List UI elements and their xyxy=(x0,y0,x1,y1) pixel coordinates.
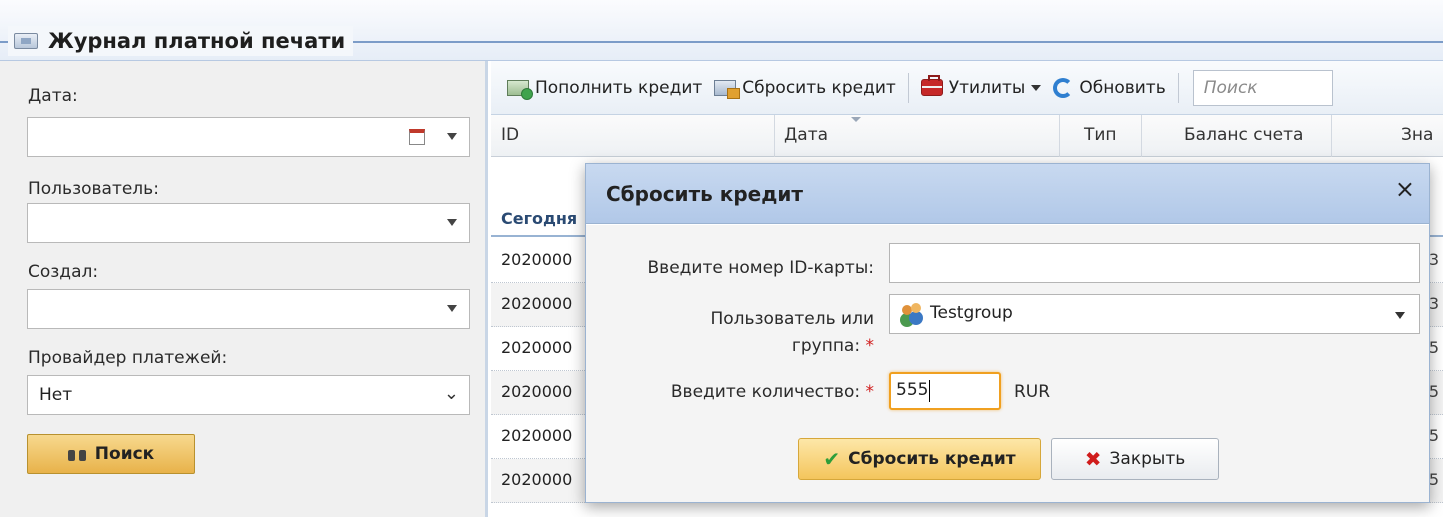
binoculars-icon xyxy=(67,446,86,462)
x-icon: ✖ xyxy=(1084,447,1102,471)
row-id: 2020000 xyxy=(501,470,573,489)
add-credit-label: Пополнить кредит xyxy=(535,77,703,98)
row-value: 5 xyxy=(1428,338,1439,357)
window-title-group: Журнал платной печати xyxy=(8,26,354,56)
reset-credit-dialog: Сбросить кредит × Введите номер ID-карты… xyxy=(585,163,1430,503)
toolbar-separator xyxy=(907,72,909,103)
refresh-label: Обновить xyxy=(1079,77,1166,98)
user-label: Пользователь: xyxy=(28,179,159,199)
row-value: 3 xyxy=(1428,250,1439,269)
card-icon xyxy=(14,33,38,49)
row-value: 5 xyxy=(1428,470,1439,489)
search-button[interactable]: Поиск xyxy=(27,434,195,474)
money-add-icon xyxy=(507,79,533,100)
dialog-title: Сбросить кредит xyxy=(606,182,803,206)
required-mark: * xyxy=(865,382,875,402)
chevron-down-icon[interactable] xyxy=(447,133,457,140)
utilities-label: Утилиты xyxy=(948,77,1026,98)
amount-value: 555 xyxy=(896,380,929,400)
column-header-type[interactable]: Тип xyxy=(1084,125,1117,145)
chevron-down-icon[interactable] xyxy=(447,305,457,312)
close-button-label: Закрыть xyxy=(1109,449,1186,469)
column-header-value[interactable]: Зна xyxy=(1401,125,1433,145)
provider-select[interactable]: Нет ⌄ xyxy=(27,375,470,415)
grid-search-input[interactable]: Поиск xyxy=(1192,69,1333,106)
amount-input[interactable]: 555 xyxy=(889,372,1001,410)
row-value: 5 xyxy=(1428,426,1439,445)
add-credit-button[interactable]: Пополнить кредит xyxy=(501,77,708,100)
window-titlebar: Журнал платной печати xyxy=(0,0,1443,61)
filter-panel: Дата: Пользователь: Создал: Провайдер пл… xyxy=(0,61,488,517)
refresh-icon xyxy=(1053,77,1074,98)
column-divider xyxy=(1331,115,1332,157)
reset-credit-label: Сбросить кредит xyxy=(742,77,896,98)
column-header-date[interactable]: Дата xyxy=(784,125,828,145)
created-by-label: Создал: xyxy=(28,262,99,282)
column-header-id[interactable]: ID xyxy=(501,125,519,145)
chevron-down-icon[interactable] xyxy=(1395,312,1405,319)
amount-label-text: Введите количество: xyxy=(670,382,861,402)
currency-label: RUR xyxy=(1014,382,1051,402)
date-label: Дата: xyxy=(28,86,78,106)
user-or-group-label-line2: группа: * xyxy=(792,336,874,356)
toolbox-icon xyxy=(920,75,943,96)
chevron-down-icon xyxy=(1031,84,1042,91)
amount-label: Введите количество: * xyxy=(671,382,874,402)
window-title: Журнал платной печати xyxy=(48,29,346,53)
provider-value: Нет xyxy=(39,385,73,405)
row-id: 2020000 xyxy=(501,426,573,445)
sort-indicator-icon xyxy=(851,117,861,122)
check-icon: ✔ xyxy=(823,447,841,471)
column-divider xyxy=(1059,115,1060,157)
close-button[interactable]: ✖ Закрыть xyxy=(1051,438,1219,480)
grid-toolbar: Пополнить кредит Сбросить кредит Утилиты… xyxy=(491,61,1443,115)
money-reset-icon xyxy=(714,79,741,99)
calendar-icon[interactable] xyxy=(409,129,425,145)
user-or-group-value: Testgroup xyxy=(930,303,1013,323)
user-group-icon xyxy=(902,303,922,323)
reset-credit-submit-label: Сбросить кредит xyxy=(848,449,1016,469)
close-icon[interactable]: × xyxy=(1395,177,1415,201)
user-or-group-combo[interactable]: Testgroup xyxy=(889,294,1420,334)
card-id-label: Введите номер ID-карты: xyxy=(647,258,874,278)
utilities-menu-button[interactable]: Утилиты xyxy=(915,75,1048,98)
column-divider xyxy=(1141,115,1142,157)
row-id: 2020000 xyxy=(501,382,573,401)
text-cursor xyxy=(929,380,930,402)
column-header-balance[interactable]: Баланс счета xyxy=(1184,125,1303,145)
row-value: 3 xyxy=(1428,294,1439,313)
card-id-input[interactable] xyxy=(889,243,1420,283)
refresh-button[interactable]: Обновить xyxy=(1047,77,1171,98)
column-divider xyxy=(774,115,775,157)
created-by-select[interactable] xyxy=(27,289,470,329)
row-value: 5 xyxy=(1428,382,1439,401)
required-mark: * xyxy=(865,336,875,356)
grid-header: ID Дата Тип Баланс счета Зна xyxy=(491,115,1443,157)
user-or-group-label-line1: Пользователь или xyxy=(710,309,874,329)
group-label-today: Сегодня xyxy=(501,209,578,228)
chevron-down-icon[interactable] xyxy=(447,219,457,226)
reset-credit-submit-button[interactable]: ✔ Сбросить кредит xyxy=(798,438,1041,480)
row-id: 2020000 xyxy=(501,294,573,313)
user-select[interactable] xyxy=(27,203,470,243)
toolbar-separator xyxy=(1177,72,1179,103)
provider-label: Провайдер платежей: xyxy=(28,348,228,368)
row-id: 2020000 xyxy=(501,338,573,357)
reset-credit-button[interactable]: Сбросить кредит xyxy=(708,77,902,99)
date-field[interactable] xyxy=(27,117,470,157)
chevron-down-icon[interactable]: ⌄ xyxy=(444,383,459,404)
row-id: 2020000 xyxy=(501,250,573,269)
user-or-group-label-text: группа: xyxy=(791,336,861,356)
dialog-header: Сбросить кредит × xyxy=(586,164,1429,224)
search-button-label: Поиск xyxy=(94,444,155,464)
